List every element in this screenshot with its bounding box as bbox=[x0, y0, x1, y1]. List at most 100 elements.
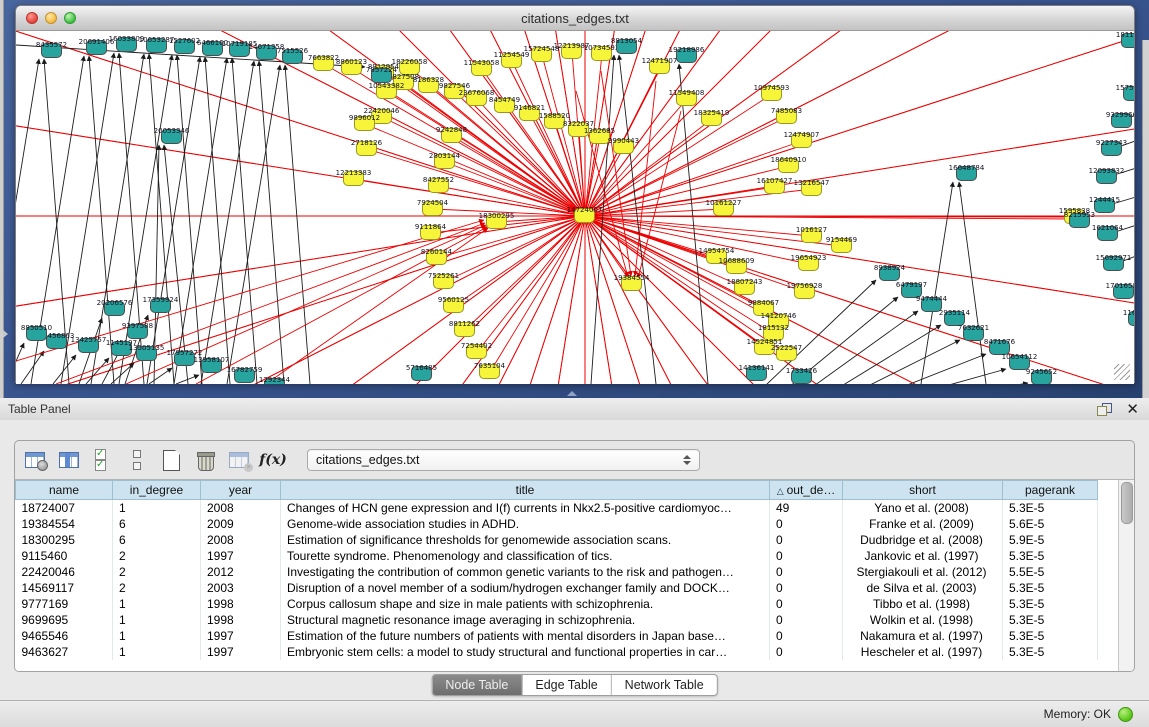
graph-node[interactable]: 15692971 bbox=[1103, 256, 1124, 271]
graph-node[interactable]: 8435572 bbox=[41, 43, 62, 58]
table-cell[interactable]: 1 bbox=[113, 628, 201, 644]
graph-node[interactable]: 13958107 bbox=[201, 358, 222, 373]
new-column-button[interactable] bbox=[157, 446, 185, 474]
table-cell[interactable]: Stergiakouli et al. (2012) bbox=[843, 564, 1003, 580]
table-scrollbar[interactable] bbox=[1118, 480, 1134, 672]
graph-node[interactable]: 2803144 bbox=[434, 154, 455, 169]
graph-node[interactable]: 2522547 bbox=[776, 346, 797, 361]
table-cell[interactable]: 1997 bbox=[201, 644, 281, 660]
graph-node[interactable]: 7663822 bbox=[313, 56, 334, 71]
graph-node[interactable]: 8813054 bbox=[616, 39, 637, 54]
tab-network-table[interactable]: Network Table bbox=[612, 675, 717, 695]
table-cell[interactable]: Changes of HCN gene expression and I(f) … bbox=[281, 500, 770, 517]
table-row[interactable]: 2242004622012Investigating the contribut… bbox=[16, 564, 1098, 580]
graph-node[interactable]: 17016504 bbox=[1113, 284, 1134, 299]
graph-node[interactable]: 10653287 bbox=[146, 38, 167, 53]
table-cell[interactable]: 0 bbox=[770, 548, 843, 564]
table-cell[interactable]: 9465546 bbox=[16, 628, 113, 644]
graph-node[interactable]: 8860123 bbox=[341, 60, 362, 75]
table-cell[interactable]: Disruption of a novel member of a sodium… bbox=[281, 580, 770, 596]
graph-node[interactable]: 15724548 bbox=[531, 47, 552, 62]
table-row[interactable]: 946554611997Estimation of the future num… bbox=[16, 628, 1098, 644]
table-row[interactable]: 977716911998Corpus callosum shape and si… bbox=[16, 596, 1098, 612]
table-cell[interactable]: 2 bbox=[113, 564, 201, 580]
table-cell[interactable]: 5.3E-5 bbox=[1003, 644, 1098, 660]
table-settings-button[interactable] bbox=[21, 446, 49, 474]
table-cell[interactable]: 1997 bbox=[201, 628, 281, 644]
panel-collapse-arrow[interactable] bbox=[3, 330, 8, 338]
graph-node[interactable]: 14136141 bbox=[746, 366, 767, 381]
graph-node[interactable]: 10974593 bbox=[761, 86, 782, 101]
table-cell[interactable]: 1997 bbox=[201, 548, 281, 564]
table-cell[interactable]: 5.9E-5 bbox=[1003, 532, 1098, 548]
table-cell[interactable]: 1998 bbox=[201, 596, 281, 612]
graph-node[interactable]: 19218986 bbox=[676, 48, 697, 63]
graph-node[interactable]: 1292344 bbox=[264, 378, 285, 384]
graph-node[interactable]: 15751074 bbox=[1123, 86, 1134, 101]
column-header-short[interactable]: short bbox=[843, 481, 1003, 500]
table-cell[interactable]: 5.3E-5 bbox=[1003, 548, 1098, 564]
graph-node[interactable]: 1244415 bbox=[1094, 198, 1115, 213]
table-cell[interactable]: Investigating the contribution of common… bbox=[281, 564, 770, 580]
graph-node[interactable]: 9329966 bbox=[1111, 113, 1132, 128]
select-all-button[interactable] bbox=[89, 446, 117, 474]
table-cell[interactable]: 0 bbox=[770, 516, 843, 532]
graph-node[interactable]: 7924504 bbox=[422, 201, 443, 216]
table-cell[interactable]: Estimation of the future numbers of pati… bbox=[281, 628, 770, 644]
graph-node[interactable]: 16782759 bbox=[234, 368, 255, 383]
column-header-pagerank[interactable]: pagerank bbox=[1003, 481, 1098, 500]
graph-node[interactable]: 8260144 bbox=[426, 250, 447, 265]
network-canvas[interactable]: 1472400718300295193845547663822886012389… bbox=[16, 31, 1134, 384]
graph-node[interactable]: 8427552 bbox=[428, 178, 449, 193]
table-cell[interactable]: 6 bbox=[113, 516, 201, 532]
canvas-resize-grip[interactable] bbox=[1114, 364, 1130, 380]
table-row[interactable]: 946362711997Embryonic stem cells: a mode… bbox=[16, 644, 1098, 660]
table-cell[interactable]: 5.6E-5 bbox=[1003, 516, 1098, 532]
scrollbar-thumb[interactable] bbox=[1121, 482, 1133, 524]
graph-node[interactable]: 11254549 bbox=[501, 53, 522, 68]
show-columns-button[interactable] bbox=[55, 446, 83, 474]
table-cell[interactable]: Franke et al. (2009) bbox=[843, 516, 1003, 532]
delete-table-button[interactable]: × bbox=[225, 446, 253, 474]
deselect-all-button[interactable] bbox=[123, 446, 151, 474]
table-cell[interactable]: 0 bbox=[770, 628, 843, 644]
table-cell[interactable]: 9777169 bbox=[16, 596, 113, 612]
table-cell[interactable]: Hescheler et al. (1997) bbox=[843, 644, 1003, 660]
table-cell[interactable]: 5.5E-5 bbox=[1003, 564, 1098, 580]
graph-node[interactable]: 6466160 bbox=[202, 41, 223, 56]
graph-node[interactable]: 2718126 bbox=[356, 141, 377, 156]
graph-node[interactable]: 10688609 bbox=[726, 259, 747, 274]
table-cell[interactable]: 5.3E-5 bbox=[1003, 612, 1098, 628]
graph-node[interactable]: 1362685 bbox=[589, 129, 610, 144]
table-cell[interactable]: Dudbridge et al. (2008) bbox=[843, 532, 1003, 548]
graph-node[interactable]: 20206576 bbox=[104, 301, 125, 316]
graph-node[interactable]: 1016127 bbox=[801, 228, 822, 243]
table-cell[interactable]: 0 bbox=[770, 644, 843, 660]
table-row[interactable]: 1938455462009Genome-wide association stu… bbox=[16, 516, 1098, 532]
table-cell[interactable]: 1 bbox=[113, 644, 201, 660]
graph-node[interactable]: 8938924 bbox=[879, 266, 900, 281]
table-cell[interactable]: 5.3E-5 bbox=[1003, 500, 1098, 517]
graph-node[interactable]: 9990443 bbox=[613, 139, 634, 154]
graph-node[interactable]: 8850510 bbox=[26, 326, 47, 341]
table-cell[interactable]: Estimation of significance thresholds fo… bbox=[281, 532, 770, 548]
graph-node[interactable]: 13216547 bbox=[801, 181, 822, 196]
graph-node[interactable]: 9397588 bbox=[127, 324, 148, 339]
graph-node[interactable]: 20053346 bbox=[161, 129, 182, 144]
graph-node[interactable]: 5716485 bbox=[411, 366, 432, 381]
close-window-button[interactable] bbox=[26, 12, 38, 24]
graph-node[interactable]: 7254402 bbox=[466, 344, 487, 359]
graph-node[interactable]: 19654923 bbox=[798, 256, 819, 271]
split-pane-handle[interactable] bbox=[567, 391, 577, 396]
table-cell[interactable]: 0 bbox=[770, 580, 843, 596]
graph-node[interactable]: 10719185 bbox=[229, 42, 250, 57]
table-cell[interactable]: 9463627 bbox=[16, 644, 113, 660]
graph-node[interactable]: 16648784 bbox=[956, 166, 977, 181]
table-cell[interactable]: 19384554 bbox=[16, 516, 113, 532]
table-cell[interactable]: 0 bbox=[770, 596, 843, 612]
graph-node[interactable]: 9146821 bbox=[519, 106, 540, 121]
graph-node[interactable]: 18640910 bbox=[778, 158, 799, 173]
graph-node[interactable]: 8186328 bbox=[418, 78, 439, 93]
graph-node[interactable]: 1811304 bbox=[1121, 33, 1134, 48]
column-header-out-degree[interactable]: △out_de… bbox=[770, 481, 843, 500]
